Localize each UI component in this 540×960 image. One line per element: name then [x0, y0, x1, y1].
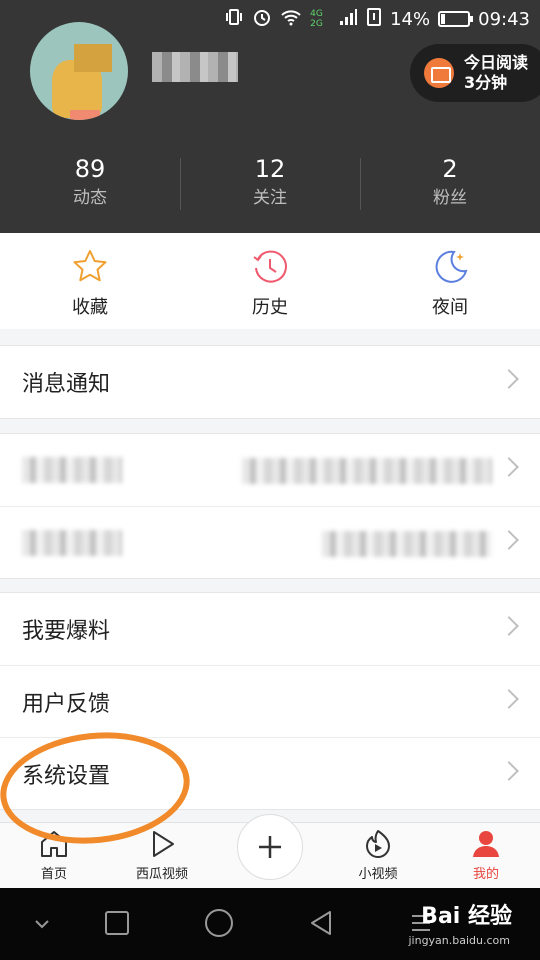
star-icon: [73, 250, 107, 282]
clock-icon: [253, 250, 287, 283]
home-button-icon[interactable]: [204, 908, 234, 938]
menu-item-label: 我要爆料: [22, 619, 111, 644]
menu-group-notifications: 消息通知: [0, 345, 540, 419]
history-button[interactable]: 历史: [180, 233, 360, 329]
favorites-label: 收藏: [72, 297, 108, 318]
publish-button[interactable]: [237, 814, 303, 880]
menu-item-blurred-2[interactable]: [0, 506, 540, 578]
chevron-right-icon: [499, 761, 519, 781]
sim-icon: [366, 7, 382, 32]
short-video-icon: [366, 830, 390, 858]
recent-apps-icon[interactable]: [104, 910, 130, 936]
tab-label: 西瓜视频: [135, 867, 188, 882]
vibrate-icon: [224, 7, 244, 32]
profile-stats: 89 动态 12 关注 2 粉丝: [0, 152, 540, 218]
stat-posts[interactable]: 89 动态: [0, 152, 180, 218]
blurred-label: [22, 529, 122, 556]
tab-label: 我的: [472, 867, 499, 882]
stat-label: 动态: [73, 188, 107, 208]
username-blurred[interactable]: [152, 52, 238, 82]
menu-item-label: 用户反馈: [22, 691, 111, 717]
plus-icon: [259, 836, 281, 858]
chevron-right-icon: [499, 369, 519, 389]
blurred-value: [242, 458, 492, 484]
tab-short-video[interactable]: 小视频: [324, 823, 432, 888]
menu-group-blurred: [0, 433, 540, 579]
stat-label: 关注: [253, 188, 287, 208]
status-bar: 4G 2G 14% 09:43: [0, 0, 540, 38]
menu-item-blurred-1[interactable]: [0, 434, 540, 506]
menu-item-label: 消息通知: [22, 372, 111, 397]
hide-keyboard-icon[interactable]: [32, 914, 52, 934]
chevron-right-icon: [499, 457, 519, 477]
read-pill-line1: 今日阅读: [464, 53, 529, 72]
quick-actions: 收藏 历史 夜间: [0, 233, 540, 329]
stat-label: 粉丝: [433, 188, 467, 208]
tab-label: 首页: [40, 867, 67, 882]
menu-item-feedback[interactable]: 用户反馈: [0, 665, 540, 737]
chevron-right-icon: [499, 530, 519, 550]
today-reading-button[interactable]: 今日阅读 3分钟: [410, 44, 540, 102]
stat-followers[interactable]: 2 粉丝: [360, 152, 540, 218]
moon-icon: [435, 250, 468, 283]
battery-percent: 14%: [390, 8, 431, 30]
wifi-icon: [280, 7, 302, 32]
night-mode-button[interactable]: 夜间: [360, 233, 540, 329]
back-icon[interactable]: [308, 910, 334, 936]
blurred-label: [22, 457, 122, 483]
chevron-right-icon: [499, 616, 519, 636]
chevron-right-icon: [499, 689, 519, 709]
menu-item-notifications[interactable]: 消息通知: [0, 346, 540, 418]
battery-icon: [438, 11, 474, 27]
blurred-value: [322, 531, 492, 557]
history-label: 历史: [252, 297, 288, 318]
person-icon: [473, 831, 499, 857]
stat-following[interactable]: 12 关注: [180, 152, 360, 218]
clock-time: 09:43: [478, 8, 530, 30]
stat-value: 12: [254, 155, 286, 183]
tab-mine[interactable]: 我的: [432, 823, 540, 888]
book-icon: [424, 58, 454, 88]
tab-label: 小视频: [358, 867, 398, 882]
night-mode-label: 夜间: [432, 297, 468, 318]
menu-item-report[interactable]: 我要爆料: [0, 593, 540, 665]
stat-value: 89: [74, 155, 106, 183]
watermark-brand: Bai 经验: [421, 904, 512, 929]
network-label: 4G 2G: [310, 9, 323, 29]
play-icon: [153, 831, 174, 857]
watermark-url: jingyan.baidu.com: [408, 934, 510, 947]
read-pill-line2: 3分钟: [464, 73, 508, 92]
favorites-button[interactable]: 收藏: [0, 233, 180, 329]
alarm-icon: [252, 7, 272, 32]
stat-value: 2: [442, 155, 458, 183]
signal-icon: [338, 7, 358, 32]
